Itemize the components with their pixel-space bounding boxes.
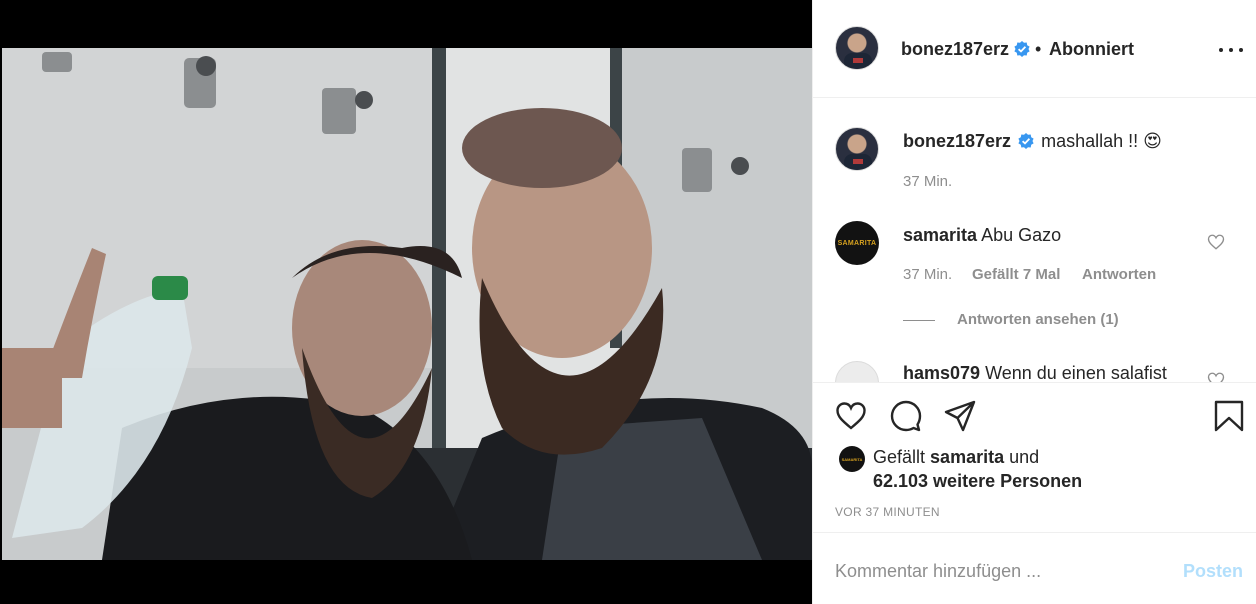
comment-text: Abu Gazo — [981, 225, 1062, 245]
caption-avatar[interactable] — [835, 127, 879, 171]
likes-others[interactable]: 62.103 weitere Personen — [873, 471, 1082, 491]
view-replies-button[interactable]: Antworten ansehen (1) — [957, 311, 1119, 328]
commenter-avatar-text: SAMARITA — [837, 239, 877, 247]
post-photo[interactable] — [2, 48, 812, 560]
post-comment-button[interactable]: Posten — [1183, 561, 1243, 582]
likes-summary: Gefällt samarita und 62.103 weitere Pers… — [873, 445, 1082, 493]
comments-list[interactable]: bonez187erz mashallah !! 😍 37 Min. SAMAR… — [813, 99, 1256, 382]
comment-reply-label: Antworten — [1082, 266, 1157, 283]
caption-text: mashallah !! — [1041, 131, 1139, 151]
comment-like-heart-icon[interactable] — [1207, 371, 1225, 382]
comment-time[interactable]: 37 Min. — [903, 266, 952, 283]
caption-emoji: 😍 — [1143, 131, 1162, 151]
heart-icon[interactable] — [835, 400, 867, 432]
view-replies-label: Antworten ansehen (1) — [957, 311, 1119, 328]
post-header: bonez187erz • Abonniert — [813, 0, 1256, 98]
comment-username[interactable]: hams079 — [903, 363, 980, 382]
comment-reply-button[interactable]: Antworten — [1082, 266, 1156, 283]
comment-icon[interactable] — [890, 400, 922, 432]
bookmark-icon[interactable] — [1213, 400, 1245, 432]
comment-like-count-text: Gefällt 7 Mal — [972, 266, 1061, 283]
caption-time[interactable]: 37 Min. — [903, 173, 952, 190]
share-icon[interactable] — [944, 400, 976, 432]
caption-username[interactable]: bonez187erz — [903, 131, 1011, 151]
replies-divider — [903, 320, 935, 321]
comment-username[interactable]: samarita — [903, 225, 977, 245]
author-username[interactable]: bonez187erz — [901, 39, 1009, 60]
caption: bonez187erz mashallah !! 😍 — [903, 131, 1162, 152]
likes-connector: und — [1009, 447, 1040, 467]
comment-item: samarita Abu Gazo — [903, 225, 1061, 246]
more-options-icon[interactable] — [1219, 38, 1243, 62]
commenter-avatar[interactable]: SAMARITA — [835, 221, 879, 265]
commenter-avatar[interactable] — [835, 361, 879, 382]
post-timestamp[interactable]: VOR 37 MINUTEN — [835, 505, 940, 519]
comment-text: Wenn du einen salafist — [985, 363, 1167, 382]
follow-status-button[interactable]: Abonniert — [1049, 39, 1134, 60]
post-actions: SAMARITA Gefällt samarita und 62.103 wei… — [813, 382, 1256, 532]
verified-badge-icon — [1018, 133, 1034, 149]
post-sidebar: bonez187erz • Abonniert bonez187erz mash… — [812, 0, 1256, 604]
comment-like-count[interactable]: Gefällt 7 Mal — [972, 266, 1060, 283]
liker-avatar-text: SAMARITA — [841, 456, 863, 462]
likes-prefix: Gefällt — [873, 447, 926, 467]
header-separator: • — [1035, 39, 1042, 59]
liker-avatar[interactable]: SAMARITA — [839, 446, 865, 472]
add-comment-bar: Posten — [813, 532, 1256, 604]
comment-like-heart-icon[interactable] — [1207, 233, 1225, 251]
author-avatar[interactable] — [835, 26, 879, 70]
comment-item: hams079 Wenn du einen salafist — [903, 363, 1167, 382]
photo-illustration — [2, 48, 812, 560]
post-media — [0, 0, 812, 604]
comment-input[interactable] — [835, 559, 1165, 583]
verified-badge-icon — [1014, 41, 1030, 57]
likes-user[interactable]: samarita — [930, 447, 1004, 467]
